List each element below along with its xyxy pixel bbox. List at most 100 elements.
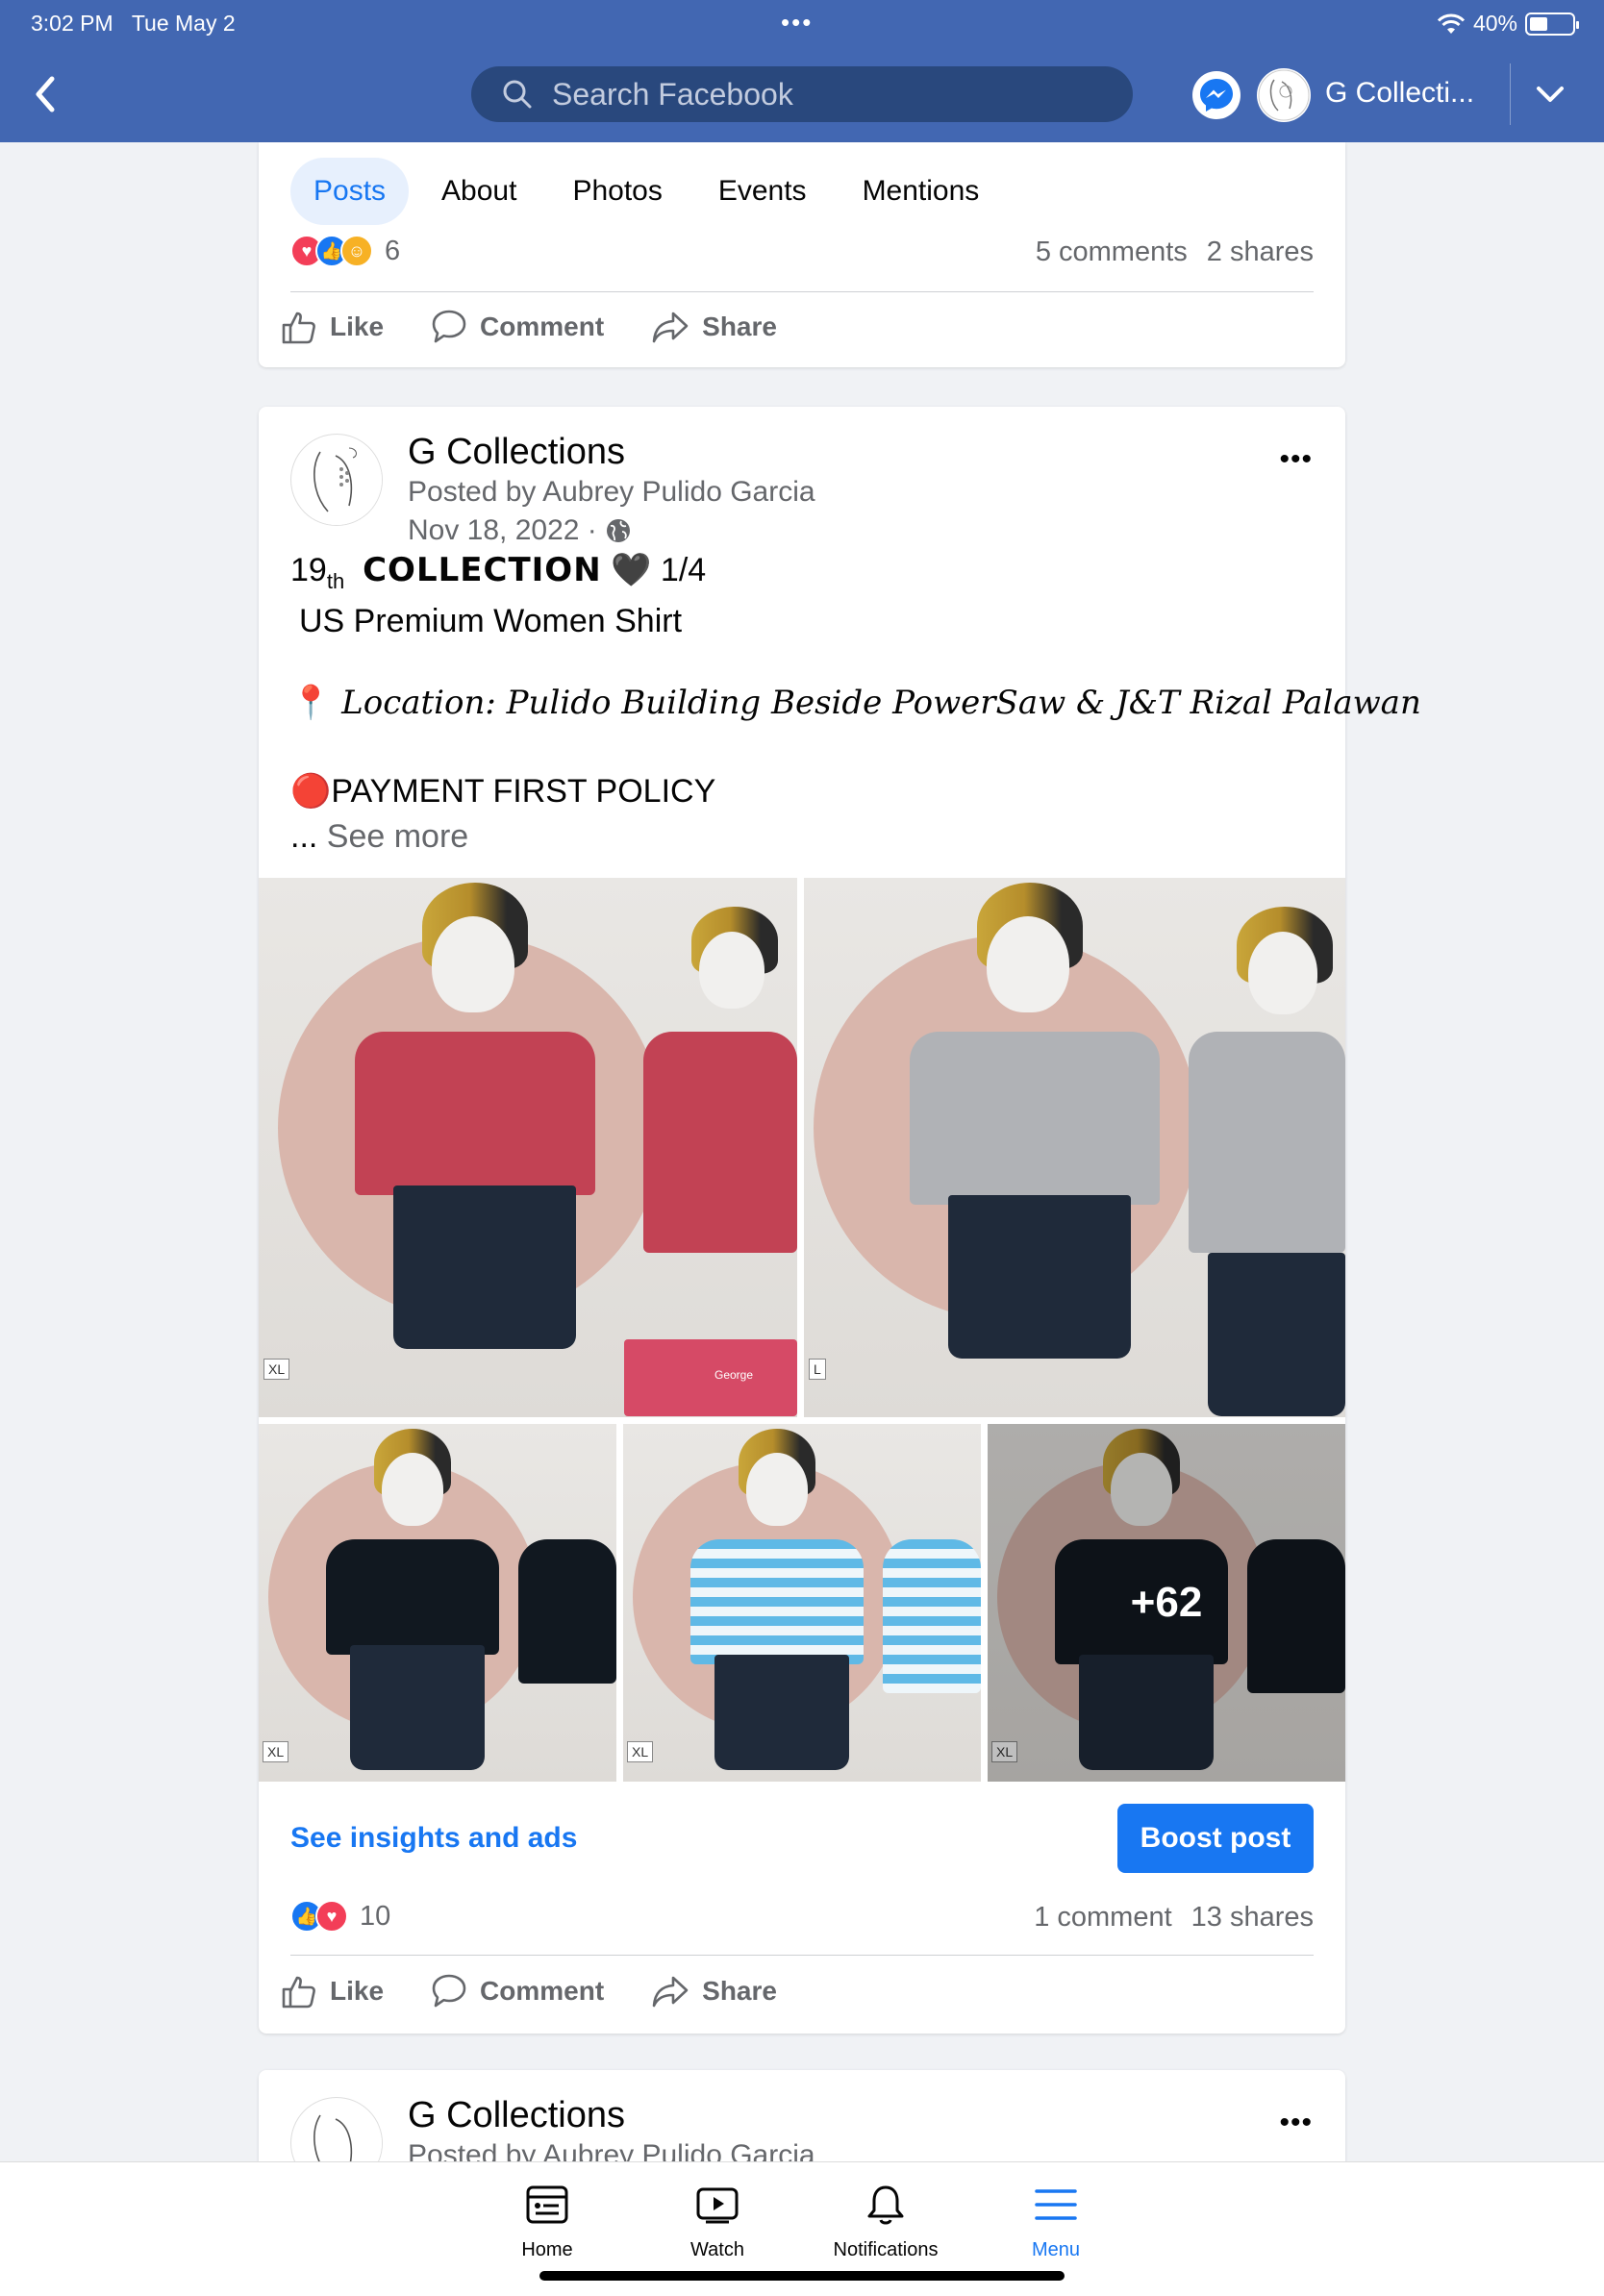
menu-icon bbox=[1035, 2189, 1077, 2220]
location-text: Location: Pulido Building Beside PowerSa… bbox=[341, 684, 1421, 722]
more-photos-overlay[interactable]: +62 bbox=[988, 1424, 1345, 1782]
tab-mentions[interactable]: Mentions bbox=[840, 158, 1003, 225]
battery-percent: 40% bbox=[1472, 11, 1517, 36]
post-date-text: Nov 18, 2022 · bbox=[408, 514, 597, 546]
boost-post-button[interactable]: Boost post bbox=[1117, 1804, 1314, 1873]
wifi-icon bbox=[1437, 13, 1466, 34]
post-photo-1[interactable]: XL George bbox=[259, 878, 797, 1417]
like-label: Like bbox=[330, 312, 385, 341]
post-stats: 5 comments 2 shares bbox=[1036, 237, 1314, 268]
bell-icon bbox=[867, 2185, 904, 2225]
comment-button[interactable]: Comment bbox=[430, 1972, 604, 2010]
love-reaction-icon: ♥ bbox=[315, 1900, 348, 1933]
reaction-icons: ♥ 👍 ☺ bbox=[290, 235, 373, 267]
reaction-summary[interactable]: 👍 ♥ 10 bbox=[290, 1900, 390, 1933]
post-actions: Like Comment Share bbox=[280, 308, 777, 346]
profile-avatar[interactable] bbox=[1257, 68, 1311, 122]
post-actions: Like Comment Share bbox=[280, 1972, 777, 2010]
like-button[interactable]: Like bbox=[280, 308, 384, 346]
collection-suffix: th bbox=[326, 569, 345, 593]
post-location-line: 📍 Location: Pulido Building Beside Power… bbox=[290, 684, 1421, 722]
search-bar[interactable] bbox=[471, 66, 1133, 122]
post-photo-5[interactable]: XL +62 bbox=[988, 1424, 1345, 1782]
thumbs-up-icon bbox=[282, 1976, 315, 2009]
status-bar: 3:02 PM Tue May 2 ••• 40% bbox=[0, 8, 1604, 38]
divider bbox=[290, 1955, 1314, 1956]
share-icon bbox=[652, 312, 689, 343]
post-photo-3[interactable]: XL bbox=[259, 1424, 616, 1782]
page-tabs-card: Posts About Photos Events Mentions ♥ 👍 ☺… bbox=[259, 142, 1345, 367]
page-logo-icon bbox=[1258, 69, 1310, 121]
shares-count[interactable]: 2 shares bbox=[1207, 237, 1314, 268]
see-more-link[interactable]: ... See more bbox=[290, 818, 468, 856]
see-insights-link[interactable]: See insights and ads bbox=[290, 1822, 577, 1855]
post-stats: 1 comment 13 shares bbox=[1034, 1902, 1314, 1934]
reaction-icons: 👍 ♥ bbox=[290, 1900, 348, 1933]
like-button[interactable]: Like bbox=[280, 1972, 384, 2010]
share-button[interactable]: Share bbox=[650, 1972, 777, 2010]
shares-count[interactable]: 13 shares bbox=[1191, 1902, 1314, 1934]
thumbs-up-icon bbox=[282, 312, 315, 344]
post-page-name[interactable]: G Collections bbox=[408, 2095, 625, 2136]
post-collection-line: 19th COLLECTION 🖤 1/4 bbox=[290, 551, 706, 593]
black-heart-icon: 🖤 bbox=[611, 552, 652, 588]
reaction-count: 6 bbox=[385, 235, 401, 266]
home-icon bbox=[526, 2185, 568, 2224]
post-page-name[interactable]: G Collections bbox=[408, 432, 625, 473]
nav-label: Watch bbox=[690, 2239, 744, 2260]
post-more-options-icon[interactable]: ••• bbox=[1279, 2107, 1313, 2139]
tab-about[interactable]: About bbox=[418, 158, 539, 225]
share-button[interactable]: Share bbox=[650, 308, 777, 346]
page-tabs: Posts About Photos Events Mentions bbox=[290, 158, 1002, 225]
app-header: 3:02 PM Tue May 2 ••• 40% G Collecti... bbox=[0, 0, 1604, 142]
pin-icon: 📍 bbox=[290, 684, 332, 722]
collection-number: 19 bbox=[290, 552, 327, 588]
status-time: 3:02 PM Tue May 2 bbox=[31, 11, 236, 36]
posted-by[interactable]: Posted by Aubrey Pulido Garcia bbox=[408, 476, 815, 509]
chevron-down-icon[interactable] bbox=[1535, 81, 1566, 108]
post-date[interactable]: Nov 18, 2022 · bbox=[408, 514, 632, 547]
tab-posts[interactable]: Posts bbox=[290, 158, 410, 225]
nav-home[interactable]: Home bbox=[480, 2178, 614, 2261]
care-reaction-icon: ☺ bbox=[340, 235, 373, 267]
nav-watch[interactable]: Watch bbox=[650, 2178, 785, 2261]
messenger-button[interactable] bbox=[1192, 71, 1241, 119]
page-logo-icon bbox=[292, 436, 382, 525]
page-avatar[interactable] bbox=[290, 434, 383, 526]
post-more-options-icon[interactable]: ••• bbox=[1279, 443, 1313, 476]
nav-notifications[interactable]: Notifications bbox=[818, 2178, 953, 2261]
clothing-label: George bbox=[714, 1368, 754, 1382]
collection-word: COLLECTION bbox=[363, 551, 602, 589]
post-photo-2[interactable]: L bbox=[804, 878, 1345, 1417]
nav-label: Home bbox=[521, 2239, 573, 2260]
tab-events[interactable]: Events bbox=[695, 158, 830, 225]
size-tag: L bbox=[809, 1359, 826, 1380]
tab-photos[interactable]: Photos bbox=[549, 158, 685, 225]
policy-text: PAYMENT FIRST POLICY bbox=[331, 773, 716, 810]
search-input[interactable] bbox=[552, 76, 1090, 112]
nav-menu[interactable]: Menu bbox=[989, 2178, 1123, 2261]
comments-count[interactable]: 1 comment bbox=[1034, 1902, 1171, 1934]
post-policy-line: 🔴PAYMENT FIRST POLICY bbox=[290, 772, 715, 811]
size-tag: XL bbox=[263, 1359, 290, 1380]
like-label: Like bbox=[330, 1976, 385, 2006]
home-indicator[interactable] bbox=[539, 2271, 1065, 2281]
size-tag: XL bbox=[627, 1741, 654, 1762]
header-divider bbox=[1510, 63, 1511, 125]
comment-button[interactable]: Comment bbox=[430, 308, 604, 346]
reaction-summary[interactable]: ♥ 👍 ☺ 6 bbox=[290, 235, 400, 267]
comments-count[interactable]: 5 comments bbox=[1036, 237, 1188, 268]
post-shirt-line: US Premium Women Shirt bbox=[299, 603, 683, 639]
back-arrow-icon[interactable] bbox=[29, 73, 62, 115]
profile-name[interactable]: G Collecti... bbox=[1325, 77, 1474, 110]
comment-label: Comment bbox=[480, 312, 605, 341]
divider bbox=[290, 291, 1314, 292]
see-more-label: See more bbox=[326, 818, 469, 855]
size-tag: XL bbox=[263, 1741, 289, 1762]
nav-label: Menu bbox=[1031, 2239, 1081, 2260]
comment-icon bbox=[432, 310, 466, 343]
comment-icon bbox=[432, 1974, 466, 2008]
multitask-dots-icon[interactable]: ••• bbox=[781, 8, 813, 37]
reaction-count: 10 bbox=[360, 1900, 391, 1932]
post-photo-4[interactable]: XL bbox=[623, 1424, 981, 1782]
